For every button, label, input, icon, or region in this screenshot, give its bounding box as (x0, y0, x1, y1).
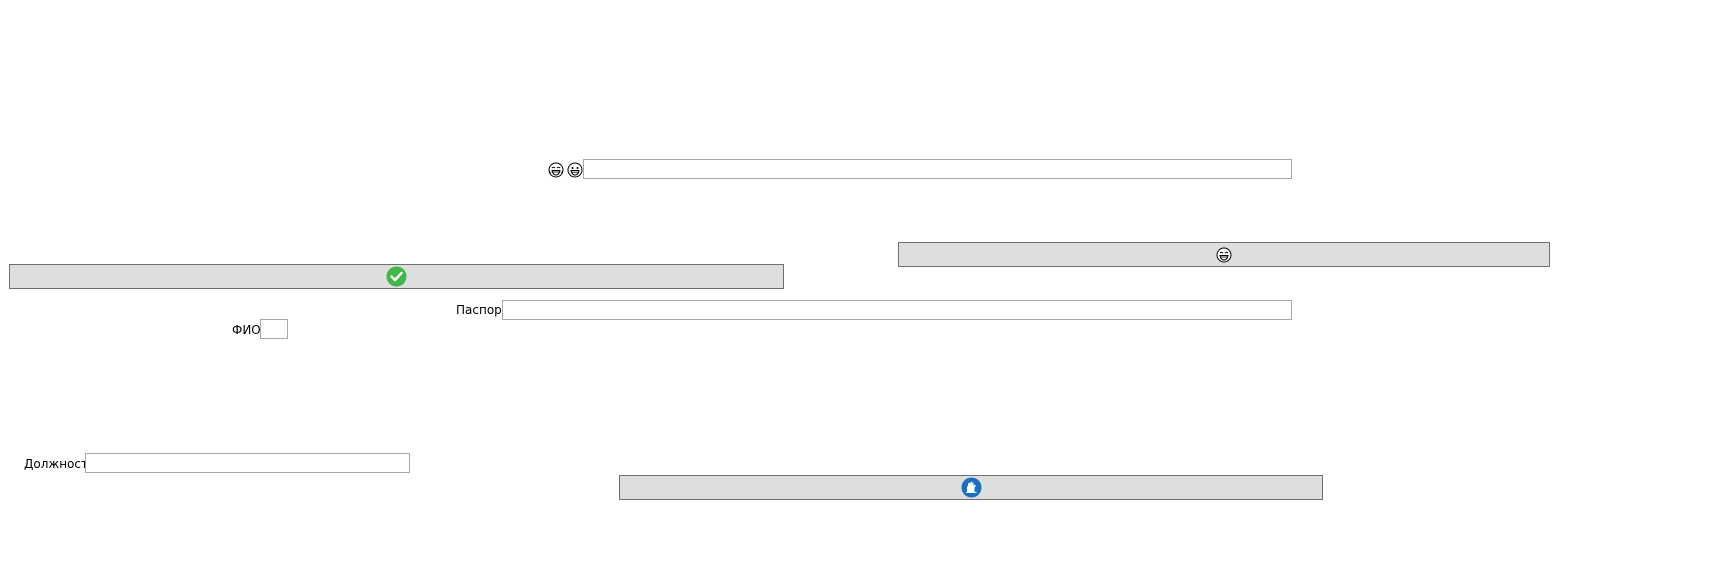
blue-action-button[interactable] (619, 475, 1323, 500)
passport-label: Паспорт (456, 303, 509, 317)
laughing-face-icon (548, 162, 564, 178)
blue-glove-hand-icon (961, 477, 982, 498)
passport-field[interactable] (502, 300, 1292, 320)
fio-label: ФИО (232, 323, 261, 337)
grinning-face-icon (567, 162, 583, 178)
position-field[interactable] (85, 453, 410, 473)
top-text-input[interactable] (583, 159, 1292, 179)
green-checkmark-icon (386, 266, 407, 287)
emoji-button[interactable] (898, 242, 1550, 267)
fio-field[interactable] (260, 319, 288, 339)
confirm-button[interactable] (9, 264, 784, 289)
laughing-face-icon (1216, 247, 1232, 263)
